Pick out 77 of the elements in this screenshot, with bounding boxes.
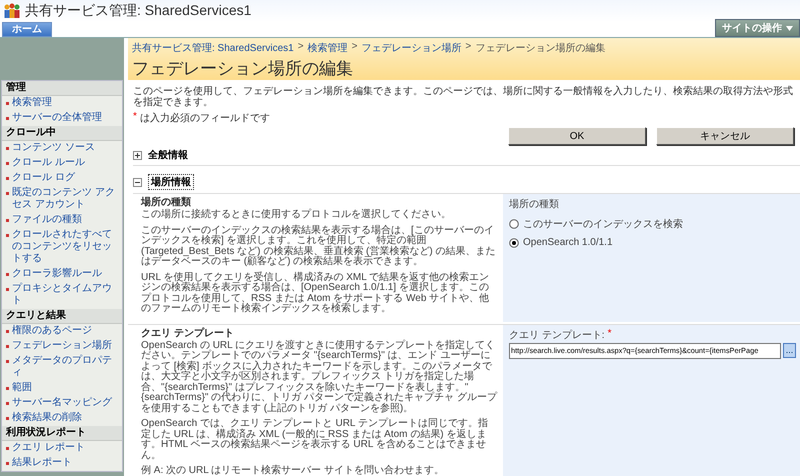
sidebar-link[interactable]: クロールされたすべてのコンテンツをリセットする (12, 229, 121, 265)
bullet-icon (6, 219, 9, 222)
sidebar-link[interactable]: ファイルの種類 (12, 214, 82, 226)
radio-button[interactable] (509, 219, 519, 229)
sidebar-link[interactable]: 結果レポート (12, 457, 72, 469)
sidebar-heading: クエリと結果 (2, 309, 122, 324)
bullet-icon (6, 288, 9, 291)
section-title[interactable]: 場所情報 (148, 174, 194, 190)
people-logo-icon (3, 3, 21, 19)
required-mark: * (133, 111, 137, 124)
bullet-icon (6, 360, 9, 363)
sidebar-link[interactable]: サーバーの全体管理 (12, 112, 102, 124)
sidebar-link[interactable]: 範囲 (12, 382, 32, 394)
browse-button[interactable]: ... (783, 342, 796, 358)
help-text: OpenSearch では、クエリ テンプレートと URL テンプレートは同じです。指定した URL は、構成済み XML (一般的に RSS または Atom の結果) を返します。HTML ベースの検索結果ページを表示する URL を含めることはできません。 (141, 419, 489, 461)
cancel-button[interactable]: キャンセル (656, 127, 794, 145)
bullet-icon (6, 117, 9, 120)
breadcrumb-separator: > (298, 41, 304, 54)
bullet-icon (6, 345, 9, 348)
home-tab[interactable]: ホーム (2, 22, 52, 37)
ok-button[interactable]: OK (508, 127, 646, 145)
sidebar-link[interactable]: コンテンツ ソース (12, 142, 95, 154)
sidebar-link[interactable]: クロール ログ (12, 172, 75, 184)
breadcrumb-separator: > (352, 41, 358, 54)
page-description: このページを使用して、フェデレーション場所を編集できます。このページでは、場所に関する一般情報を入力したり、検索結果の取得方法や形式を指定できます。 (133, 86, 794, 108)
bullet-icon (6, 147, 9, 150)
sidebar-link[interactable]: 検索結果の削除 (12, 412, 82, 424)
field-label: 場所の種類 (509, 198, 560, 211)
bullet-icon (6, 234, 9, 237)
expand-icon[interactable] (133, 150, 142, 160)
sidebar-link[interactable]: メタデータのプロパティ (12, 355, 121, 379)
field-label: クエリ テンプレート: (509, 328, 605, 342)
radio-button[interactable] (509, 238, 519, 248)
sidebar-link[interactable]: フェデレーション場所 (12, 340, 112, 352)
help-text: OpenSearch の URL にクエリを渡すときに使用するテンプレートを指定してください。テンプレートでのパラメータ "{searchTerms}" は、エンド ユーザーによって [検索] ボックスに入力されたキーワードを示します。このパラメータでは、大文字と小文字が区別されます。プレフィックス トリガを指定した場合、"{searchTerms}" はプレフィックスを除いたキーワードを表します。"{searchTerms}" の代わりに、トリガ パターンで定義されたキャプチャ グループを使用することもできます (上記のトリガ パターンを参照)。 (141, 340, 497, 414)
bullet-icon (6, 273, 9, 276)
sidebar-link[interactable]: 権限のあるページ (12, 325, 92, 337)
sidebar-link[interactable]: クエリ レポート (12, 442, 85, 454)
field-heading: 場所の種類 (141, 196, 192, 208)
sidebar-link[interactable]: 既定のコンテンツ アクセス アカウント (12, 187, 121, 211)
sidebar-link[interactable]: クローラ影響ルール (12, 268, 102, 280)
page-title: フェデレーション場所の編集 (132, 58, 354, 80)
site-title: 共有サービス管理: SharedServices1 (25, 2, 252, 20)
bullet-icon (6, 162, 9, 165)
bullet-icon (6, 330, 9, 333)
section-title[interactable]: 全般情報 (148, 148, 188, 162)
sidebar-link[interactable]: 検索管理 (12, 97, 52, 109)
help-text: 例 A: 次の URL はリモート検索サーバー サイトを問い合わせます。 (141, 466, 445, 476)
help-text: このサーバーのインデックスの検索結果を表示する場合は、[このサーバーのインデックスを検索] を選択します。これを使用して、特定の範囲 (Targeted_Best_Bets など) の検索結果、垂直検索 (営業検索など) の結果、またはデータベースのキー (顧客など) の検索結果を表示できます。 (141, 226, 496, 268)
bullet-icon (6, 402, 9, 405)
caret-icon (786, 26, 793, 30)
sidebar-heading: クロール中 (2, 126, 122, 141)
breadcrumb-current: フェデレーション場所の編集 (475, 42, 606, 55)
sidebar-link[interactable]: プロキシとタイムアウト (12, 283, 121, 307)
bullet-icon (6, 102, 9, 105)
bullet-icon (6, 462, 9, 465)
breadcrumb-link[interactable]: フェデレーション場所 (361, 41, 462, 55)
radio-label: OpenSearch 1.0/1.1 (523, 237, 613, 248)
collapse-icon[interactable] (133, 178, 142, 186)
radio-label: このサーバーのインデックスを検索 (523, 218, 683, 231)
sidebar-heading: 管理 (2, 81, 122, 96)
breadcrumb-link[interactable]: 検索管理 (308, 41, 348, 55)
bullet-icon (6, 387, 9, 390)
bullet-icon (6, 417, 9, 420)
breadcrumb-link[interactable]: 共有サービス管理: SharedServices1 (132, 41, 294, 55)
sidebar-heading: 利用状況レポート (2, 426, 122, 441)
sidebar-link[interactable]: サーバー名マッピング (12, 397, 112, 409)
sidebar-link[interactable]: クロール ルール (12, 157, 85, 169)
help-text: この場所に接続するときに使用するプロトコルを選択してください。 (141, 210, 452, 220)
required-mark: * (608, 328, 612, 340)
bullet-icon (6, 177, 9, 180)
required-note: は入力必須のフィールドです (140, 112, 270, 125)
help-text: URL を使用してクエリを受信し、構成済みの XML で結果を返す他の検索エンジンの検索結果を表示する場合は、[OpenSearch 1.0/1.1] を選択します。このプロトコルを使用して、RSS または Atom をサポートする Web サイトや、他のファームのリモート検索インデックスを検索します。 (141, 272, 490, 314)
field-heading: クエリ テンプレート (141, 326, 235, 340)
bullet-icon (6, 192, 9, 195)
bullet-icon (6, 447, 9, 450)
breadcrumb-separator: > (465, 41, 472, 54)
